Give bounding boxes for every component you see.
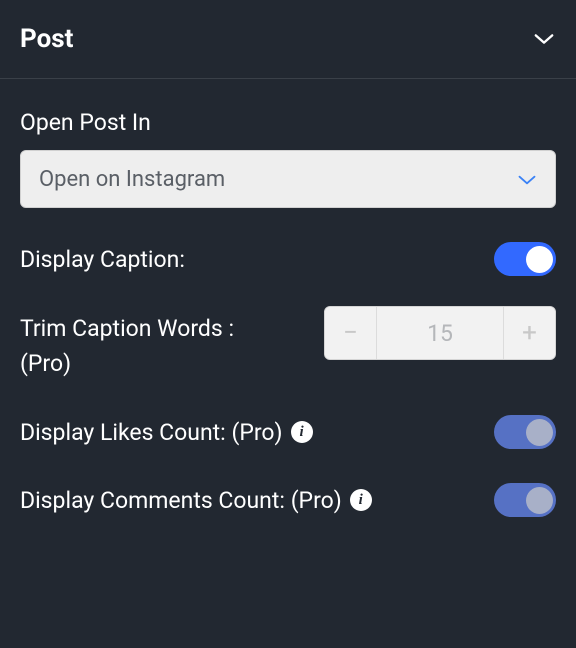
open-post-in-label: Open Post In: [20, 109, 556, 136]
toggle-knob: [526, 487, 553, 514]
display-likes-row: Display Likes Count: (Pro) i: [20, 415, 556, 449]
info-icon[interactable]: i: [350, 489, 372, 511]
display-caption-row: Display Caption:: [20, 242, 556, 276]
toggle-knob: [526, 419, 553, 446]
display-comments-toggle: [494, 483, 556, 517]
display-comments-label: Display Comments Count: (Pro) i: [20, 487, 372, 514]
panel-header[interactable]: Post: [0, 0, 576, 79]
trim-caption-label-line2: (Pro): [20, 350, 71, 377]
display-caption-toggle[interactable]: [494, 242, 556, 276]
trim-caption-label-line1: Trim Caption Words :: [20, 315, 234, 342]
chevron-down-icon: [532, 27, 556, 51]
display-comments-label-text: Display Comments Count: (Pro): [20, 487, 342, 514]
toggle-knob: [526, 246, 553, 273]
stepper-value[interactable]: 15: [377, 307, 503, 359]
chevron-down-icon: [517, 167, 537, 192]
display-likes-label-text: Display Likes Count: (Pro): [20, 419, 283, 446]
trim-caption-label: Trim Caption Words : (Pro): [20, 306, 234, 381]
open-post-in-value: Open on Instagram: [39, 167, 225, 192]
stepper-increment-button[interactable]: +: [503, 307, 555, 359]
trim-caption-row: Trim Caption Words : (Pro) − 15 +: [20, 306, 556, 381]
display-comments-row: Display Comments Count: (Pro) i: [20, 483, 556, 517]
info-icon[interactable]: i: [291, 421, 313, 443]
display-likes-label: Display Likes Count: (Pro) i: [20, 419, 313, 446]
open-post-in-select[interactable]: Open on Instagram: [20, 150, 556, 208]
stepper-decrement-button[interactable]: −: [325, 307, 377, 359]
display-likes-toggle: [494, 415, 556, 449]
panel-body: Open Post In Open on Instagram Display C…: [0, 79, 576, 537]
panel-title: Post: [20, 24, 73, 54]
open-post-in-field: Open Post In Open on Instagram: [20, 109, 556, 208]
display-caption-label: Display Caption:: [20, 246, 185, 273]
trim-caption-stepper: − 15 +: [324, 306, 556, 360]
